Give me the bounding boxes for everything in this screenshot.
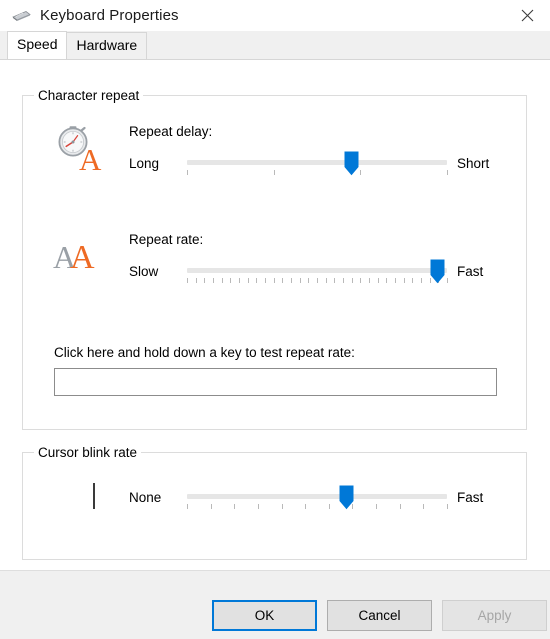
tab-speed[interactable]: Speed bbox=[7, 31, 68, 59]
slider-ticks bbox=[187, 278, 448, 284]
slider-tick bbox=[273, 278, 275, 283]
slider-tick bbox=[305, 504, 307, 509]
keyboard-icon bbox=[10, 8, 32, 24]
slider-tick bbox=[210, 504, 212, 509]
slider-tick bbox=[291, 278, 292, 283]
slider-thumb[interactable] bbox=[339, 485, 354, 510]
dialog-button-bar: OK Cancel Apply bbox=[0, 570, 550, 639]
slider-tick bbox=[204, 278, 206, 283]
close-icon bbox=[521, 9, 533, 22]
group-character-repeat-title: Character repeat bbox=[34, 88, 144, 103]
slider-tick bbox=[343, 278, 344, 283]
tab-hardware[interactable]: Hardware bbox=[66, 32, 148, 59]
slider-tick bbox=[403, 278, 405, 283]
title-bar: Keyboard Properties bbox=[0, 0, 550, 31]
slider-tick bbox=[399, 504, 401, 509]
setting-repeat-delay: A Repeat delay: Long Short bbox=[23, 124, 526, 194]
slider-tick bbox=[282, 278, 284, 283]
slider-tick bbox=[230, 278, 232, 283]
cursor-blink-slider-row: None Fast bbox=[129, 485, 499, 519]
slider-tick bbox=[187, 504, 188, 509]
setting-repeat-rate: A A Repeat rate: Slow Fast bbox=[23, 232, 526, 302]
slider-tick bbox=[360, 170, 362, 175]
slider-thumb[interactable] bbox=[430, 259, 445, 284]
slider-tick bbox=[328, 504, 330, 509]
slider-tick bbox=[317, 278, 318, 283]
cursor-blink-max-label: Fast bbox=[457, 490, 484, 505]
slider-tick bbox=[187, 170, 188, 175]
tab-speed-label: Speed bbox=[17, 36, 58, 52]
slider-tick bbox=[386, 278, 388, 283]
group-cursor-blink-rate-title: Cursor blink rate bbox=[34, 445, 142, 460]
window-title: Keyboard Properties bbox=[40, 7, 179, 24]
slider-tick bbox=[377, 278, 379, 283]
slider-tick bbox=[376, 504, 378, 509]
repeat-rate-min-label: Slow bbox=[129, 264, 159, 279]
slider-tick bbox=[195, 278, 197, 283]
slider-track bbox=[187, 494, 447, 499]
text-caret-icon bbox=[93, 483, 95, 509]
cursor-blink-min-label: None bbox=[129, 490, 162, 505]
slider-tick bbox=[281, 504, 283, 509]
svg-text:A: A bbox=[79, 142, 102, 174]
repeat-rate-max-label: Fast bbox=[457, 264, 484, 279]
slider-tick bbox=[187, 278, 188, 283]
close-button[interactable] bbox=[504, 0, 550, 31]
cancel-button[interactable]: Cancel bbox=[327, 600, 432, 631]
tab-hardware-label: Hardware bbox=[76, 37, 138, 53]
slider-tick bbox=[299, 278, 301, 283]
svg-text:A: A bbox=[70, 239, 95, 276]
slider-track bbox=[187, 268, 447, 273]
repeat-delay-slider[interactable] bbox=[187, 151, 448, 185]
slider-tick bbox=[273, 170, 275, 175]
repeat-test-input[interactable] bbox=[54, 368, 497, 396]
slider-track bbox=[187, 160, 447, 165]
slider-tick bbox=[221, 278, 223, 283]
slider-tick bbox=[412, 278, 414, 283]
group-character-repeat: Character repeat A Repeat delay: Long Sh… bbox=[22, 88, 527, 430]
slider-ticks bbox=[187, 504, 448, 510]
ok-button[interactable]: OK bbox=[212, 600, 317, 631]
slider-tick bbox=[360, 278, 362, 283]
slider-tick bbox=[447, 504, 448, 509]
group-cursor-blink-rate: Cursor blink rate None Fast bbox=[22, 445, 527, 560]
slider-tick bbox=[351, 278, 353, 283]
slider-tick bbox=[234, 504, 236, 509]
slider-tick bbox=[334, 278, 336, 283]
repeat-delay-slider-row: Long Short bbox=[129, 151, 499, 185]
slider-tick bbox=[308, 278, 310, 283]
tab-page-speed: Character repeat A Repeat delay: Long Sh… bbox=[0, 59, 550, 570]
slider-tick bbox=[369, 278, 370, 283]
slider-ticks bbox=[187, 170, 448, 176]
slider-tick bbox=[239, 278, 240, 283]
slider-tick bbox=[247, 278, 249, 283]
slider-tick bbox=[447, 170, 448, 175]
repeat-rate-slider[interactable] bbox=[187, 259, 448, 293]
slider-tick bbox=[423, 504, 425, 509]
slider-tick bbox=[265, 278, 266, 283]
repeat-delay-min-label: Long bbox=[129, 156, 160, 171]
repeat-delay-max-label: Short bbox=[457, 156, 490, 171]
slider-tick bbox=[395, 278, 396, 283]
slider-tick bbox=[256, 278, 258, 283]
repeat-delay-label: Repeat delay: bbox=[129, 124, 213, 139]
slider-tick bbox=[447, 278, 448, 283]
repeat-test-label: Click here and hold down a key to test r… bbox=[54, 345, 355, 360]
slider-tick bbox=[213, 278, 214, 283]
repeat-rate-label: Repeat rate: bbox=[129, 232, 204, 247]
repeat-rate-slider-row: Slow Fast bbox=[129, 259, 499, 293]
apply-button[interactable]: Apply bbox=[442, 600, 547, 631]
slider-thumb[interactable] bbox=[344, 151, 359, 176]
double-letter-a-icon: A A bbox=[53, 232, 115, 284]
slider-tick bbox=[421, 278, 422, 283]
slider-tick bbox=[325, 278, 327, 283]
slider-tick bbox=[257, 504, 259, 509]
tab-strip: Speed Hardware bbox=[0, 31, 550, 59]
setting-cursor-blink-rate: None Fast bbox=[23, 477, 526, 537]
cursor-blink-slider[interactable] bbox=[187, 485, 448, 519]
stopwatch-letter-a-icon: A bbox=[53, 124, 115, 177]
